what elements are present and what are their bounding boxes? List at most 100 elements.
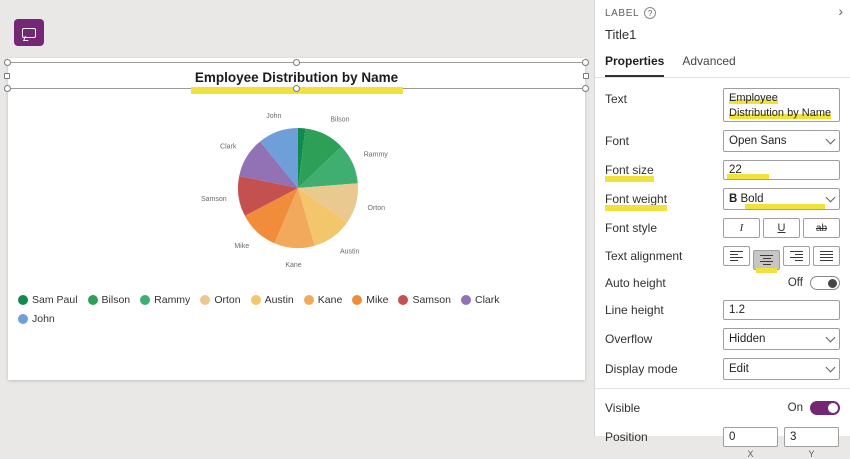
- legend-label: Bilson: [101, 294, 131, 306]
- align-justify-icon: [820, 250, 833, 262]
- resize-handle[interactable]: [582, 59, 589, 66]
- visible-toggle[interactable]: [810, 401, 840, 415]
- strikethrough-button[interactable]: ab: [803, 218, 840, 238]
- pie-chart[interactable]: Bilson Rammy Orton Austin Kane Mike Samson Clar…: [148, 105, 448, 285]
- font-weight-field-label: Font weight: [605, 192, 668, 211]
- legend-color-dot: [140, 295, 151, 305]
- font-dropdown[interactable]: Open Sans: [723, 130, 840, 152]
- align-right-icon: [790, 250, 803, 262]
- italic-button[interactable]: I: [723, 218, 760, 238]
- legend-label: Clark: [475, 294, 500, 306]
- selection-frame[interactable]: Employee Distribution by Name: [4, 59, 589, 94]
- text-alignment-field-label: Text alignment: [605, 249, 683, 263]
- resize-handle[interactable]: [4, 72, 10, 79]
- legend-item: Samson: [398, 294, 451, 306]
- legend-item: Mike: [352, 294, 388, 306]
- divider: [595, 388, 850, 389]
- legend-item: Rammy: [140, 294, 190, 306]
- legend-color-dot: [18, 314, 28, 324]
- underline-button[interactable]: U: [763, 218, 800, 238]
- resize-handle[interactable]: [4, 85, 11, 92]
- pie-chart-svg: Bilson Rammy Orton Austin Kane Mike Samson Clar…: [201, 113, 389, 269]
- properties-panel: › LABEL ? Title1 Properties Advanced Tex…: [594, 0, 850, 459]
- pie-slice-label: Orton: [368, 205, 386, 212]
- pie-slice-label: Mike: [234, 243, 249, 250]
- font-size-field-label: Font size: [605, 163, 654, 182]
- text-field-label: Text: [605, 92, 628, 106]
- panel-tabs: Properties Advanced: [595, 42, 850, 78]
- legend-color-dot: [352, 295, 363, 305]
- legend-color-dot: [200, 295, 211, 305]
- comment-button[interactable]: [14, 19, 44, 46]
- resize-handle[interactable]: [292, 85, 300, 92]
- legend-label: Austin: [264, 294, 294, 306]
- position-x-input[interactable]: 0: [723, 427, 778, 447]
- comment-icon: [22, 27, 36, 38]
- legend-item: Kane: [303, 294, 343, 306]
- line-height-field-label: Line height: [605, 303, 664, 317]
- field-row-font-weight: Font weight B Bold: [605, 188, 840, 211]
- tab-properties[interactable]: Properties: [605, 54, 665, 77]
- legend-item: Austin: [250, 294, 294, 306]
- legend-label: Orton: [214, 294, 241, 306]
- app-canvas[interactable]: Employee Distribution by Name Bilson Ramm…: [4, 58, 589, 380]
- field-row-visible: Visible On: [605, 399, 840, 417]
- control-name: Title1: [605, 27, 637, 42]
- font-style-field-label: Font style: [605, 221, 658, 235]
- legend-color-dot: [18, 295, 28, 305]
- title-label[interactable]: Employee Distribution by Name: [8, 70, 585, 85]
- collapse-panel-icon[interactable]: ›: [838, 3, 843, 19]
- field-row-font: Font Open Sans: [605, 130, 840, 152]
- field-row-display-mode: Display mode Edit: [605, 358, 840, 380]
- position-y-input[interactable]: 3: [784, 427, 839, 447]
- legend-item: Bilson: [87, 294, 131, 306]
- display-mode-dropdown[interactable]: Edit: [723, 358, 840, 380]
- position-x-label: X: [747, 449, 754, 459]
- visible-state-label: On: [787, 402, 803, 414]
- help-icon[interactable]: ?: [644, 7, 657, 19]
- chart-legend: Sam Paul Bilson Rammy Orton Austin Kane Mike Sa…: [18, 294, 542, 325]
- resize-handle[interactable]: [292, 59, 300, 66]
- resize-handle[interactable]: [583, 72, 589, 79]
- legend-color-dot: [250, 295, 261, 305]
- pie-slice-label: Kane: [285, 262, 301, 269]
- visible-field-label: Visible: [605, 401, 641, 415]
- align-left-icon: [730, 250, 743, 262]
- overflow-dropdown[interactable]: Hidden: [723, 328, 840, 350]
- legend-item: Orton: [200, 294, 241, 306]
- legend-label: Kane: [317, 294, 343, 306]
- legend-item: John: [18, 313, 55, 325]
- align-right-button[interactable]: [783, 246, 810, 266]
- pie-slice-label: Rammy: [364, 152, 389, 159]
- field-row-font-size: Font size 22: [605, 160, 840, 182]
- auto-height-toggle[interactable]: [810, 276, 840, 290]
- legend-label: John: [32, 313, 55, 325]
- legend-label: Samson: [412, 294, 451, 306]
- align-justify-button[interactable]: [813, 246, 840, 266]
- pie-slice-label: Austin: [340, 249, 360, 256]
- field-row-text-alignment: Text alignment: [605, 246, 840, 273]
- auto-height-field-label: Auto height: [605, 276, 666, 290]
- position-y-label: Y: [808, 449, 815, 459]
- pie-slice-label: Clark: [220, 144, 237, 151]
- text-input[interactable]: Employee Distribution by Name: [723, 88, 840, 122]
- chevron-down-icon: [825, 362, 836, 373]
- align-center-icon: [760, 254, 773, 266]
- field-row-position: Position 0 3 X Y: [605, 427, 840, 459]
- overflow-field-label: Overflow: [605, 332, 653, 346]
- yellow-highlight: [727, 174, 769, 179]
- field-row-auto-height: Auto height Off: [605, 274, 840, 292]
- pie-slice-label: Samson: [201, 196, 227, 203]
- resize-handle[interactable]: [4, 59, 11, 66]
- auto-height-state-label: Off: [787, 277, 803, 289]
- line-height-input[interactable]: 1.2: [723, 300, 840, 320]
- align-left-button[interactable]: [723, 246, 750, 266]
- legend-label: Mike: [366, 294, 389, 306]
- pie-slice-label: Bilson: [330, 117, 349, 124]
- control-type-label: LABEL: [605, 7, 640, 19]
- tab-advanced[interactable]: Advanced: [682, 54, 735, 77]
- chevron-down-icon: [825, 332, 836, 343]
- align-center-button[interactable]: [753, 250, 780, 273]
- field-row-text: Text Employee Distribution by Name: [605, 88, 840, 122]
- resize-handle[interactable]: [582, 85, 589, 92]
